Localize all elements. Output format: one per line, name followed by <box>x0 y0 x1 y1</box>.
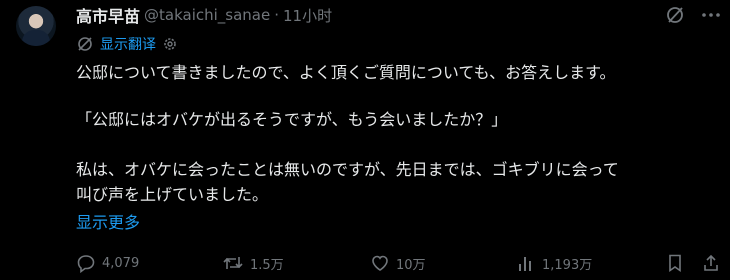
author-handle[interactable]: @takaichi_sanae <box>144 6 270 24</box>
post-text-line: 「公邸にはオバケが出るそうですが、もう会いましたか？」 <box>76 110 508 129</box>
bookmark-button[interactable] <box>666 250 690 276</box>
translate-icon <box>78 37 92 51</box>
show-translation-link[interactable]: 显示翻译 <box>100 34 156 54</box>
bookmark-icon <box>669 254 681 273</box>
show-more-link[interactable]: 显示更多 <box>76 209 140 233</box>
post-time[interactable]: 11小时 <box>283 5 332 26</box>
author-name[interactable]: 高市早苗 <box>76 3 140 27</box>
translate-row: 显示翻译 <box>76 34 178 54</box>
reply-button[interactable]: 4,079 <box>76 250 139 276</box>
views-icon <box>519 257 531 271</box>
like-count: 10万 <box>396 257 426 273</box>
post-text-line: 叫び声を上げていました。 <box>76 185 269 204</box>
views-button[interactable]: 1,193万 <box>516 250 592 276</box>
like-icon <box>372 255 388 271</box>
share-icon <box>704 254 718 271</box>
separator: · <box>274 6 280 24</box>
avatar[interactable] <box>16 6 56 46</box>
grok-icon[interactable] <box>665 5 685 25</box>
reply-count: 4,079 <box>102 255 140 271</box>
gear-icon[interactable] <box>162 36 178 52</box>
views-count: 1,193万 <box>542 257 593 273</box>
repost-count: 1.5万 <box>250 257 284 273</box>
post-text-line: 私は、オバケに会ったことは無いのですが、先日までは、ゴキブリに会って <box>76 160 619 179</box>
like-button[interactable]: 10万 <box>370 250 426 276</box>
repost-icon <box>223 257 243 269</box>
post-text-line: 公邸について書きましたので、よく頂くご質問についても、お答えします。 <box>76 63 616 82</box>
post-header: 高市早苗 @takaichi_sanae · 11小时 <box>76 0 332 30</box>
share-button[interactable] <box>702 250 726 276</box>
action-bar: 4,079 1.5万 10万 1,193万 <box>76 250 726 278</box>
repost-button[interactable]: 1.5万 <box>222 250 284 276</box>
reply-icon <box>77 255 95 273</box>
more-icon[interactable] <box>700 5 722 25</box>
